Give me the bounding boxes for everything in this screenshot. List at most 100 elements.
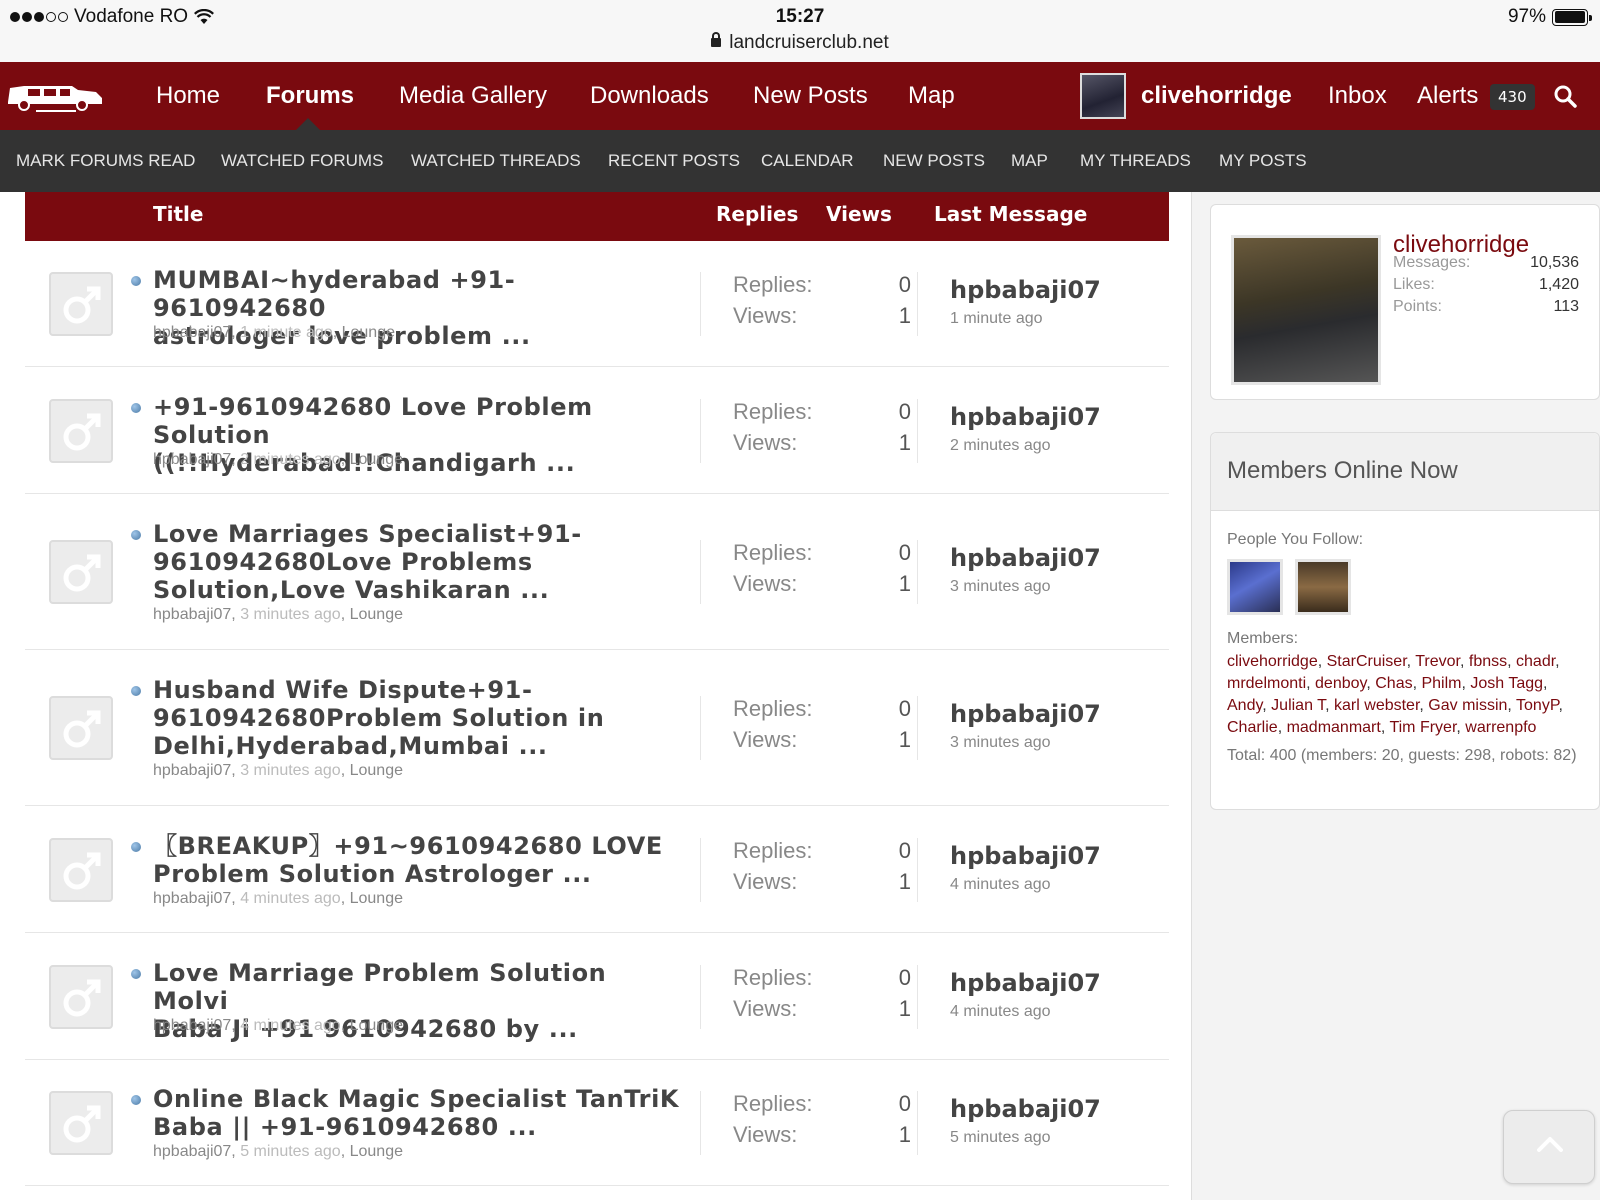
author-avatar[interactable] <box>49 838 113 902</box>
followed-member-avatar[interactable] <box>1227 559 1283 615</box>
header-title[interactable]: Title <box>153 192 203 241</box>
thread-title-line[interactable]: Online Black Magic Specialist TanTriK <box>153 1085 683 1113</box>
nav-alerts[interactable]: Alerts <box>1417 62 1478 130</box>
thread-start-time[interactable]: 1 minute ago <box>240 324 333 341</box>
thread-author[interactable]: hpbabaji07 <box>153 451 231 468</box>
nav-downloads[interactable]: Downloads <box>590 62 709 130</box>
subnav-my-threads[interactable]: MY THREADS <box>1080 130 1191 192</box>
thread-forum[interactable]: Lounge <box>342 324 395 341</box>
online-member-link[interactable]: Charlie <box>1227 719 1278 736</box>
author-avatar[interactable] <box>49 399 113 463</box>
online-member-link[interactable]: clivehorridge <box>1227 653 1318 670</box>
online-member-link[interactable]: warrenpfo <box>1465 719 1536 736</box>
site-logo[interactable] <box>2 76 106 116</box>
online-member-link[interactable]: Chas <box>1375 675 1412 692</box>
thread-start-time[interactable]: 5 minutes ago <box>240 1143 341 1160</box>
thread-start-time[interactable]: 2 minutes ago <box>240 451 341 468</box>
thread-start-time[interactable]: 4 minutes ago <box>240 1017 341 1034</box>
thread-start-time[interactable]: 3 minutes ago <box>240 762 341 779</box>
thread-title-line[interactable]: Husband Wife Dispute+91- <box>153 676 683 704</box>
online-member-link[interactable]: chadr <box>1516 653 1555 670</box>
subnav-mark-forums-read[interactable]: MARK FORUMS READ <box>16 130 195 192</box>
thread-title-line[interactable]: Solution,Love Vashikaran ... <box>153 576 683 604</box>
thread-title-line[interactable]: Problem Solution Astrologer ... <box>153 860 683 888</box>
thread-forum[interactable]: Lounge <box>350 606 403 623</box>
thread-row[interactable]: 〖BREAKUP〗+91~9610942680 LOVE Problem Solu… <box>25 806 1169 933</box>
thread-title[interactable]: Husband Wife Dispute+91- 9610942680Proble… <box>153 676 683 760</box>
thread-title[interactable]: 〖BREAKUP〗+91~9610942680 LOVE Problem Solu… <box>153 832 683 888</box>
profile-photo[interactable] <box>1231 235 1381 385</box>
thread-author[interactable]: hpbabaji07 <box>153 606 231 623</box>
subnav-map[interactable]: MAP <box>1011 130 1048 192</box>
author-avatar[interactable] <box>49 965 113 1029</box>
author-avatar[interactable] <box>49 272 113 336</box>
header-replies[interactable]: Replies <box>716 192 798 241</box>
online-member-link[interactable]: madmanmart <box>1287 719 1381 736</box>
thread-forum[interactable]: Lounge <box>350 762 403 779</box>
thread-row[interactable]: Husband Wife Dispute+91- 9610942680Proble… <box>25 650 1169 806</box>
online-member-link[interactable]: denboy <box>1315 675 1366 692</box>
online-member-link[interactable]: Julian T <box>1271 697 1325 714</box>
online-member-link[interactable]: Andy <box>1227 697 1262 714</box>
thread-author[interactable]: hpbabaji07 <box>153 762 231 779</box>
online-member-link[interactable]: mrdelmonti <box>1227 675 1306 692</box>
thread-author[interactable]: hpbabaji07 <box>153 1143 231 1160</box>
thread-title-line[interactable]: 9610942680Love Problems <box>153 548 683 576</box>
online-member-link[interactable]: Philm <box>1421 675 1461 692</box>
subnav-watched-forums[interactable]: WATCHED FORUMS <box>221 130 383 192</box>
followed-member-avatar[interactable] <box>1295 559 1351 615</box>
thread-forum[interactable]: Lounge <box>350 890 403 907</box>
author-avatar[interactable] <box>49 540 113 604</box>
thread-author[interactable]: hpbabaji07 <box>153 890 231 907</box>
subnav-new-posts[interactable]: NEW POSTS <box>883 130 985 192</box>
thread-start-time[interactable]: 4 minutes ago <box>240 890 341 907</box>
thread-row[interactable]: Love Marriages Specialist+91- 9610942680L… <box>25 494 1169 650</box>
nav-new-posts[interactable]: New Posts <box>753 62 868 130</box>
thread-title-line[interactable]: MUMBAI~hyderabad +91-9610942680 <box>153 266 683 322</box>
subnav-my-posts[interactable]: MY POSTS <box>1219 130 1307 192</box>
online-member-link[interactable]: TonyP <box>1516 697 1558 714</box>
thread-forum[interactable]: Lounge <box>350 1017 403 1034</box>
thread-title-line[interactable]: Love Marriage Problem Solution Molvi <box>153 959 683 1015</box>
thread-start-time[interactable]: 3 minutes ago <box>240 606 341 623</box>
scroll-to-top-button[interactable] <box>1503 1110 1595 1184</box>
nav-media-gallery[interactable]: Media Gallery <box>399 62 547 130</box>
online-member-link[interactable]: Trevor <box>1415 653 1460 670</box>
nav-username[interactable]: clivehorridge <box>1141 62 1292 130</box>
online-member-link[interactable]: Josh Tagg <box>1470 675 1543 692</box>
subnav-watched-threads[interactable]: WATCHED THREADS <box>411 130 581 192</box>
thread-title-line[interactable]: 〖BREAKUP〗+91~9610942680 LOVE <box>153 832 683 860</box>
header-last-message[interactable]: Last Message <box>934 192 1087 241</box>
nav-map[interactable]: Map <box>908 62 955 130</box>
thread-title-line[interactable]: 9610942680Problem Solution in <box>153 704 683 732</box>
thread-row[interactable]: MUMBAI~hyderabad +91-9610942680 astrologe… <box>25 241 1169 367</box>
thread-author[interactable]: hpbabaji07 <box>153 1017 231 1034</box>
thread-forum[interactable]: Lounge <box>350 1143 403 1160</box>
thread-row[interactable]: +91-9610942680 Love Problem Solution ((!!… <box>25 367 1169 494</box>
online-member-link[interactable]: Tim Fryer <box>1389 719 1456 736</box>
thread-title-line[interactable]: Baba || +91-9610942680 ... <box>153 1113 683 1141</box>
header-views[interactable]: Views <box>826 192 892 241</box>
thread-title[interactable]: Love Marriages Specialist+91- 9610942680L… <box>153 520 683 604</box>
thread-row[interactable]: Online Black Magic Specialist TanTriK Bab… <box>25 1060 1169 1186</box>
nav-home[interactable]: Home <box>156 62 220 130</box>
thread-title[interactable]: Online Black Magic Specialist TanTriK Bab… <box>153 1085 683 1141</box>
thread-forum[interactable]: Lounge <box>350 451 403 468</box>
author-avatar[interactable] <box>49 696 113 760</box>
thread-title-line[interactable]: Delhi,Hyderabad,Mumbai ... <box>153 732 683 760</box>
online-member-link[interactable]: Gav missin <box>1428 697 1507 714</box>
thread-author[interactable]: hpbabaji07 <box>153 324 231 341</box>
subnav-recent-posts[interactable]: RECENT POSTS <box>608 130 740 192</box>
address-bar[interactable]: landcruiserclub.net <box>0 32 1600 54</box>
nav-inbox[interactable]: Inbox <box>1328 62 1387 130</box>
online-member-link[interactable]: karl webster <box>1334 697 1419 714</box>
search-icon[interactable] <box>1553 84 1577 108</box>
author-avatar[interactable] <box>49 1091 113 1155</box>
user-avatar[interactable] <box>1080 73 1126 119</box>
thread-row[interactable]: Love Marriage Problem Solution Molvi Baba… <box>25 933 1169 1060</box>
online-member-link[interactable]: fbnss <box>1469 653 1507 670</box>
online-member-link[interactable]: StarCruiser <box>1327 653 1407 670</box>
alerts-count-badge[interactable]: 430 <box>1490 84 1535 110</box>
thread-title-line[interactable]: Love Marriages Specialist+91- <box>153 520 683 548</box>
subnav-calendar[interactable]: CALENDAR <box>761 130 854 192</box>
